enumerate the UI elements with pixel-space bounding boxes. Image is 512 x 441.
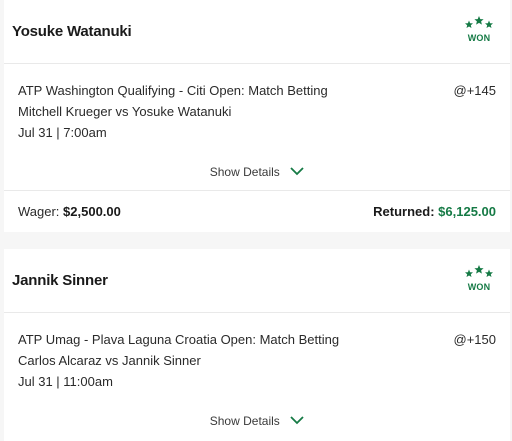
matchup: Carlos Alcaraz vs Jannik Sinner [18,353,201,368]
status-label: WON [467,33,491,43]
market-name: ATP Umag - Plava Laguna Croatia Open: Ma… [18,332,340,347]
wager-amount: $2,500.00 [63,204,121,219]
bet-card-header: Yosuke Watanuki WON [4,0,510,64]
matchup: Mitchell Krueger vs Yosuke Watanuki [18,104,232,119]
bet-card: Yosuke Watanuki WON ATP Washington Quali… [4,0,510,232]
three-stars-icon [465,16,493,28]
chevron-down-icon [290,416,304,425]
status-label: WON [467,282,491,292]
odds: @+150 [453,332,496,347]
returned: Returned: $6,125.00 [373,204,496,219]
selection-name: Yosuke Watanuki [12,23,132,40]
show-details-button[interactable]: Show Details [4,412,510,432]
show-details-button[interactable]: Show Details [4,163,510,183]
bet-info: ATP Washington Qualifying - Citi Open: M… [4,64,510,190]
show-details-label: Show Details [209,164,280,179]
event-datetime: Jul 31 | 7:00am [18,125,107,140]
selection-name: Jannik Sinner [12,272,108,289]
chevron-down-icon [290,167,304,176]
wager-label: Wager: [18,204,60,219]
show-details-label: Show Details [209,413,280,428]
returned-label: Returned: [373,204,435,219]
returned-amount: $6,125.00 [438,204,496,219]
won-badge: WON [464,16,494,43]
market-name: ATP Washington Qualifying - Citi Open: M… [18,83,328,98]
bet-card-header: Jannik Sinner WON [4,249,510,313]
odds: @+145 [453,83,496,98]
bet-info: ATP Umag - Plava Laguna Croatia Open: Ma… [4,313,510,439]
event-datetime: Jul 31 | 11:00am [18,374,113,389]
bet-footer: Wager: $2,500.00 Returned: $6,125.00 [4,190,510,232]
won-badge: WON [464,265,494,292]
three-stars-icon [465,265,493,277]
bet-card: Jannik Sinner WON ATP Umag - Plava Lagun… [4,249,510,441]
wager: Wager: $2,500.00 [18,204,121,219]
